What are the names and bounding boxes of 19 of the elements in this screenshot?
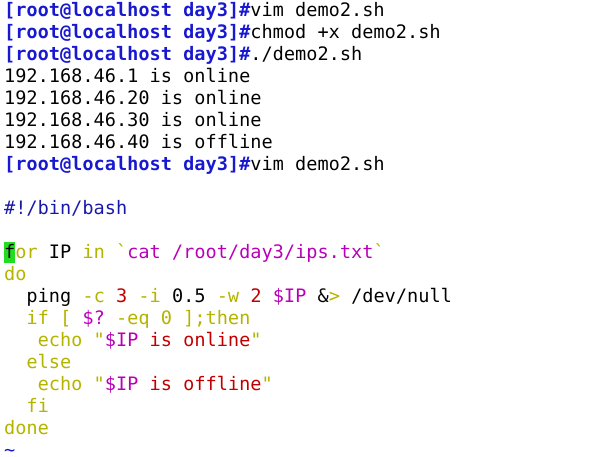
terminal-line: else bbox=[25, 352, 72, 374]
empty-line-marker: ~ bbox=[4, 440, 16, 457]
terminal-line: [root@localhost day3]#vim demo2.sh bbox=[4, 154, 385, 176]
terminal-line: for IP in `cat /root/day3/ips.txt` bbox=[4, 242, 385, 264]
terminal-line: [root@localhost day3]#./demo2.sh bbox=[4, 44, 362, 66]
terminal-line: echo "$IP is offline" bbox=[36, 374, 273, 396]
terminal-line: fi bbox=[25, 396, 49, 418]
terminal-line: #!/bin/bash bbox=[4, 198, 128, 220]
terminal-line: [root@localhost day3]#chmod +x demo2.sh bbox=[4, 22, 441, 44]
terminal-line: 192.168.46.40 is offline bbox=[4, 132, 273, 154]
terminal-line: [root@localhost day3]#vim demo2.sh bbox=[4, 0, 385, 22]
terminal-line: do bbox=[4, 264, 26, 286]
terminal-line: 192.168.46.20 is online bbox=[4, 88, 262, 110]
terminal-line: 192.168.46.1 is online bbox=[4, 66, 250, 88]
terminal-line: if [ $? -eq 0 ];then bbox=[25, 308, 250, 330]
terminal-line: done bbox=[4, 418, 49, 440]
terminal-line: 192.168.46.30 is online bbox=[4, 110, 262, 132]
terminal-line: echo "$IP is online" bbox=[36, 330, 262, 352]
terminal-line: ping -c 3 -i 0.5 -w 2 $IP &> /dev/null bbox=[25, 286, 452, 308]
